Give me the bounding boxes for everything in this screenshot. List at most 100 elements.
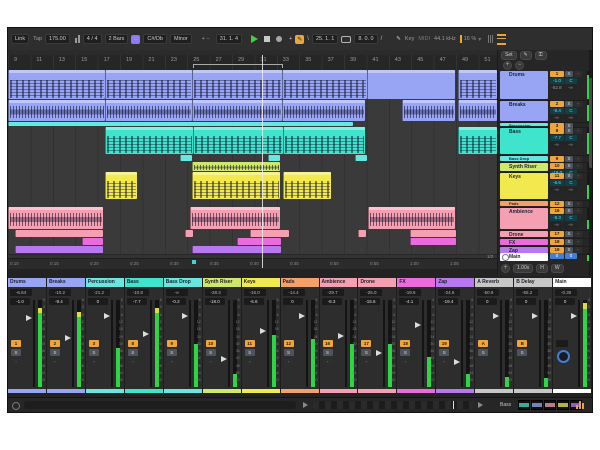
send-a-field[interactable]: -∞ [550, 222, 563, 228]
clip[interactable] [190, 207, 280, 229]
peak-level-field[interactable]: -21.2 [88, 289, 110, 296]
fader-handle[interactable] [260, 328, 266, 334]
send-b-field[interactable]: -∞ [564, 85, 577, 91]
clip[interactable] [358, 230, 366, 237]
clip[interactable] [283, 172, 331, 199]
punch-in-icon[interactable]: \ [307, 36, 309, 42]
clip[interactable] [15, 246, 103, 253]
arm-button[interactable]: ◦ [574, 231, 582, 237]
clip-thumbnails[interactable] [518, 400, 583, 410]
channel-arm-button[interactable]: ◦ [128, 358, 138, 365]
channel-solo-button[interactable]: S [206, 349, 216, 356]
fader-handle[interactable] [493, 313, 499, 319]
clip[interactable] [193, 127, 283, 154]
zoom-back-button[interactable]: + [503, 61, 512, 70]
channel-solo-button[interactable]: S [245, 349, 255, 356]
track-name[interactable]: FX [500, 239, 548, 245]
crossfade-box[interactable] [556, 340, 568, 347]
channel-solo-button[interactable]: S [517, 349, 527, 356]
fader-handle[interactable] [182, 313, 188, 319]
fader-track[interactable] [345, 300, 347, 387]
send-a-field[interactable]: -∞ [550, 187, 563, 193]
peak-level-field[interactable]: -19.6 [399, 289, 421, 296]
track-activator-number[interactable]: A [478, 340, 488, 347]
channel-title[interactable]: Keys [242, 278, 280, 287]
fader-track[interactable] [422, 300, 424, 387]
channel-title[interactable]: Zap [436, 278, 474, 287]
track-activator-number[interactable]: 19 [439, 340, 449, 347]
nudge-buttons[interactable]: + − [202, 36, 210, 42]
channel-solo-button[interactable]: S [167, 349, 177, 356]
solo-button[interactable]: S [565, 163, 573, 169]
arm-button[interactable]: ◦ [574, 128, 582, 134]
channel-solo-button[interactable]: S [478, 349, 488, 356]
channel-arm-button[interactable]: ◦ [361, 358, 371, 365]
fader-handle[interactable] [415, 322, 421, 328]
clip[interactable] [105, 100, 192, 121]
bar-ruler[interactable]: 9111315171921232527293133353739414345474… [8, 55, 497, 71]
channel-arm-button[interactable]: ◦ [89, 358, 99, 365]
main-volume-field[interactable]: 0 [550, 253, 564, 259]
arm-button[interactable]: ◦ [574, 71, 582, 77]
track-activator-number[interactable]: 3 [89, 340, 99, 347]
fader-value-field[interactable]: -15.6 [360, 298, 380, 305]
channel-arm-button[interactable]: ◦ [439, 358, 449, 365]
fader-handle[interactable] [454, 359, 460, 365]
track-pan-field[interactable]: C [565, 78, 577, 84]
scale-mode-button[interactable]: ∷ [131, 35, 140, 44]
time-ruler[interactable]: 0:100:150:200:250:300:350:400:450:500:55… [8, 258, 497, 269]
channel-solo-button[interactable]: S [11, 349, 21, 356]
quantize-menu[interactable]: 2 Bars [105, 34, 129, 44]
output-meter-icon[interactable] [576, 401, 585, 409]
clip-play-icon[interactable] [478, 402, 483, 408]
track-pan-field[interactable]: C [565, 108, 577, 114]
clip[interactable] [8, 70, 105, 99]
channel-title[interactable]: FX [397, 278, 435, 287]
track-activator-number[interactable]: 9 [167, 340, 177, 347]
track-activator-number[interactable]: 11 [245, 340, 255, 347]
clip[interactable] [458, 127, 497, 154]
track-name[interactable]: Bass Drop [500, 156, 548, 161]
play-button[interactable] [250, 35, 259, 44]
fader-handle[interactable] [338, 333, 344, 339]
fader-value-field[interactable]: -0.2 [166, 298, 186, 305]
peak-level-field[interactable]: -10.2 [49, 289, 71, 296]
send-a-field[interactable]: -∞ [550, 115, 563, 121]
arrangement-position-field[interactable]: 31. 1. 4 [216, 34, 242, 44]
set-locator-button[interactable]: Set [501, 51, 517, 60]
channel-solo-button[interactable]: S [284, 349, 294, 356]
clip[interactable] [15, 230, 103, 237]
solo-button[interactable]: S [565, 71, 573, 77]
fader-track[interactable] [189, 300, 191, 387]
channel-title[interactable]: Main [553, 278, 591, 287]
track-activator-number[interactable]: 17 [361, 340, 371, 347]
track-activator-number[interactable]: B [517, 340, 527, 347]
channel-title[interactable]: B Delay [514, 278, 552, 287]
channel-arm-button[interactable]: ◦ [400, 358, 410, 365]
track-header-ambience[interactable]: Ambience16S◦-8.3C-∞-∞ [498, 207, 592, 231]
fit-height-button[interactable]: H [536, 264, 548, 273]
track-volume-field[interactable]: -7.7 [550, 135, 564, 141]
clip[interactable] [458, 100, 497, 121]
info-view-icon[interactable] [12, 402, 20, 410]
clip[interactable] [8, 100, 105, 121]
insert-marker[interactable] [192, 260, 196, 264]
clip[interactable] [105, 127, 193, 154]
channel-title[interactable]: Drone [358, 278, 396, 287]
fader-track[interactable] [306, 300, 308, 387]
arrangement-overview[interactable] [313, 401, 473, 409]
channel-title[interactable]: Percussion [86, 278, 124, 287]
track-name[interactable]: Bass [500, 128, 548, 154]
channel-arm-button[interactable]: ◦ [11, 358, 21, 365]
fader-value-field[interactable]: 0 [283, 298, 303, 305]
clip[interactable] [8, 207, 103, 229]
send-b-field[interactable]: -∞ [564, 142, 577, 148]
channel-title[interactable]: Bass Drop [164, 278, 202, 287]
scale-name-menu[interactable]: Minor [170, 34, 192, 44]
peak-level-field[interactable]: -16.0 [244, 289, 266, 296]
solo-button[interactable]: S [565, 128, 573, 134]
fader-track[interactable] [539, 300, 541, 387]
metronome-icon[interactable] [74, 35, 80, 43]
fader-handle[interactable] [221, 356, 227, 362]
track-volume-field[interactable]: -8.3 [550, 215, 564, 221]
